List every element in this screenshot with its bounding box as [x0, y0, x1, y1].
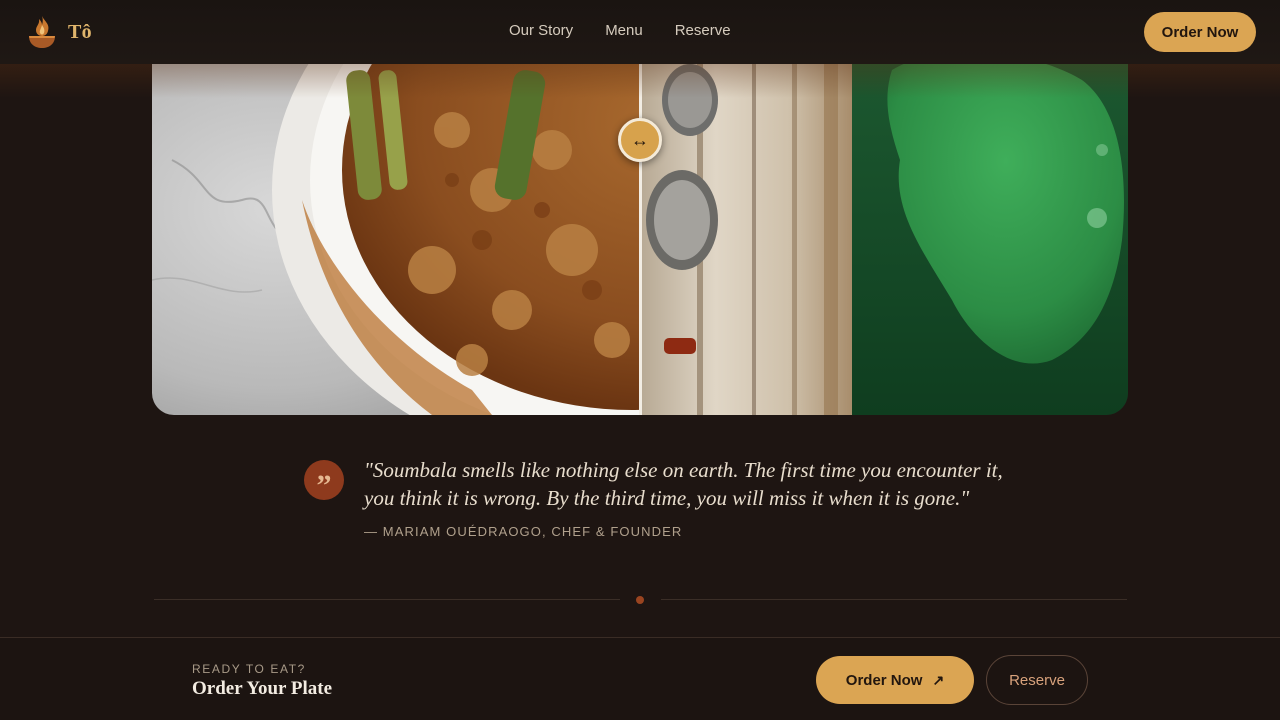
comparison-photos — [152, 40, 1128, 415]
cta-order-now-button[interactable]: Order Now ↗ — [816, 656, 974, 704]
chef-quote: "Soumbala smells like nothing else on ea… — [364, 458, 1003, 510]
flame-bowl-logo-icon — [29, 16, 55, 48]
sticky-cta-bar: READY TO EAT? Order Your Plate Order Now… — [0, 637, 1280, 720]
comparison-divider-line — [639, 40, 642, 415]
brand[interactable]: Tô — [26, 14, 92, 50]
cta-title: Order Your Plate — [192, 678, 333, 699]
main-nav: Our Story Menu Reserve — [509, 22, 731, 39]
site-header: Tô Our Story Menu Reserve Order Now — [0, 0, 1280, 98]
ingredients-photo — [642, 40, 1128, 415]
cta-eyebrow: READY TO EAT? — [192, 662, 306, 676]
quote-mark-icon: ” — [304, 460, 344, 501]
nav-link-menu[interactable]: Menu — [605, 22, 643, 39]
cta-reserve-button[interactable]: Reserve — [986, 655, 1088, 705]
cta-order-now-label: Order Now — [845, 671, 923, 689]
divider-line-left — [154, 599, 620, 600]
nav-link-our-story[interactable]: Our Story — [509, 22, 573, 39]
horizontal-arrows-icon: ↔ — [631, 130, 649, 150]
brand-name: Tô — [68, 20, 92, 43]
quote-attribution: — MARIAM OUÉDRAOGO, CHEF & FOUNDER — [364, 524, 683, 539]
comparison-slider-handle[interactable]: ↔ — [618, 118, 662, 162]
divider-dot — [636, 596, 644, 604]
divider-line-right — [661, 599, 1127, 600]
arrow-up-right-icon: ↗ — [932, 671, 945, 688]
nav-link-reserve[interactable]: Reserve — [675, 22, 731, 39]
header-order-now-button[interactable]: Order Now — [1144, 12, 1256, 52]
before-after-image-comparison[interactable]: ↔ — [152, 40, 1128, 415]
